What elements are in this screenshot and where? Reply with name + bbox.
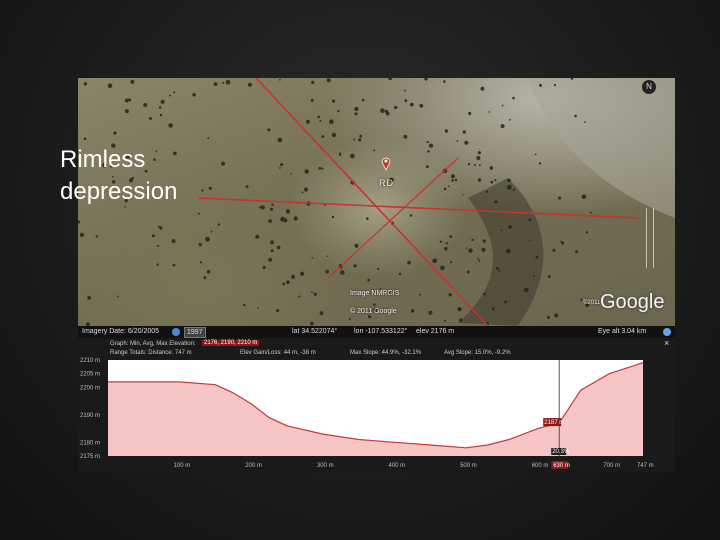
caption-line-2: depression — [60, 178, 178, 205]
status-bar: Imagery Date: 6/20/2005 1997 lat 34.5220… — [78, 326, 675, 338]
slide-caption: Rimless depression — [60, 144, 177, 208]
elevation-profile-panel: Graph: Min, Avg, Max Elevation: 2176, 21… — [78, 338, 675, 472]
x-tick-label: 100 m — [174, 463, 191, 469]
x-tick-label: 600 m — [532, 463, 549, 469]
marker-slope: 20.3% — [552, 449, 570, 455]
historical-imagery-button[interactable]: 1997 — [184, 327, 206, 338]
placemark-pin-icon[interactable] — [381, 157, 391, 171]
marker-elevation: 2187 m — [544, 420, 564, 426]
y-tick-label: 2175 m — [80, 454, 100, 460]
imagery-date: Imagery Date: 6/20/2005 — [82, 328, 160, 335]
google-earth-screenshot: RD Image NMRGIS © 2011 Google ©2011 Goog… — [78, 78, 675, 472]
caption-line-1: Rimless — [60, 146, 146, 173]
imagery-credit-2: © 2011 Google — [350, 308, 397, 315]
y-tick-label: 2180 m — [80, 440, 100, 446]
globe-icon[interactable] — [172, 328, 180, 336]
placemark-label: RD — [379, 178, 394, 188]
latitude-readout: lat 34.522074° — [292, 328, 338, 335]
google-logo: Google — [600, 291, 665, 313]
x-tick-label: 747 m — [637, 463, 654, 469]
elevation-chart[interactable]: 2210 m 2205 m 2200 m 2190 m 2180 m 2175 m 100… — [78, 338, 675, 472]
y-tick-label: 2200 m — [80, 385, 100, 391]
x-tick-label: 500 m — [460, 463, 477, 469]
y-tick-label: 2210 m — [80, 358, 100, 364]
y-tick-label: 2205 m — [80, 372, 100, 378]
longitude-readout: lon -107.533122° — [354, 328, 408, 335]
x-tick-label: 300 m — [317, 463, 334, 469]
eye-altitude: Eye alt 3.04 km — [598, 328, 647, 335]
compass-icon[interactable]: N — [642, 80, 656, 94]
x-tick-label: 400 m — [389, 463, 406, 469]
x-tick-label: 200 m — [245, 463, 262, 469]
x-tick-label: 700 m — [603, 463, 620, 469]
earth-status-icon — [663, 328, 671, 336]
marker-distance: 630 m — [553, 463, 570, 469]
copyright-small: ©2011 — [583, 300, 601, 306]
elevation-readout: elev 2176 m — [416, 328, 455, 335]
zoom-slider[interactable] — [646, 208, 654, 268]
y-tick-label: 2190 m — [80, 413, 100, 419]
imagery-credit-1: Image NMRGIS — [350, 290, 400, 297]
